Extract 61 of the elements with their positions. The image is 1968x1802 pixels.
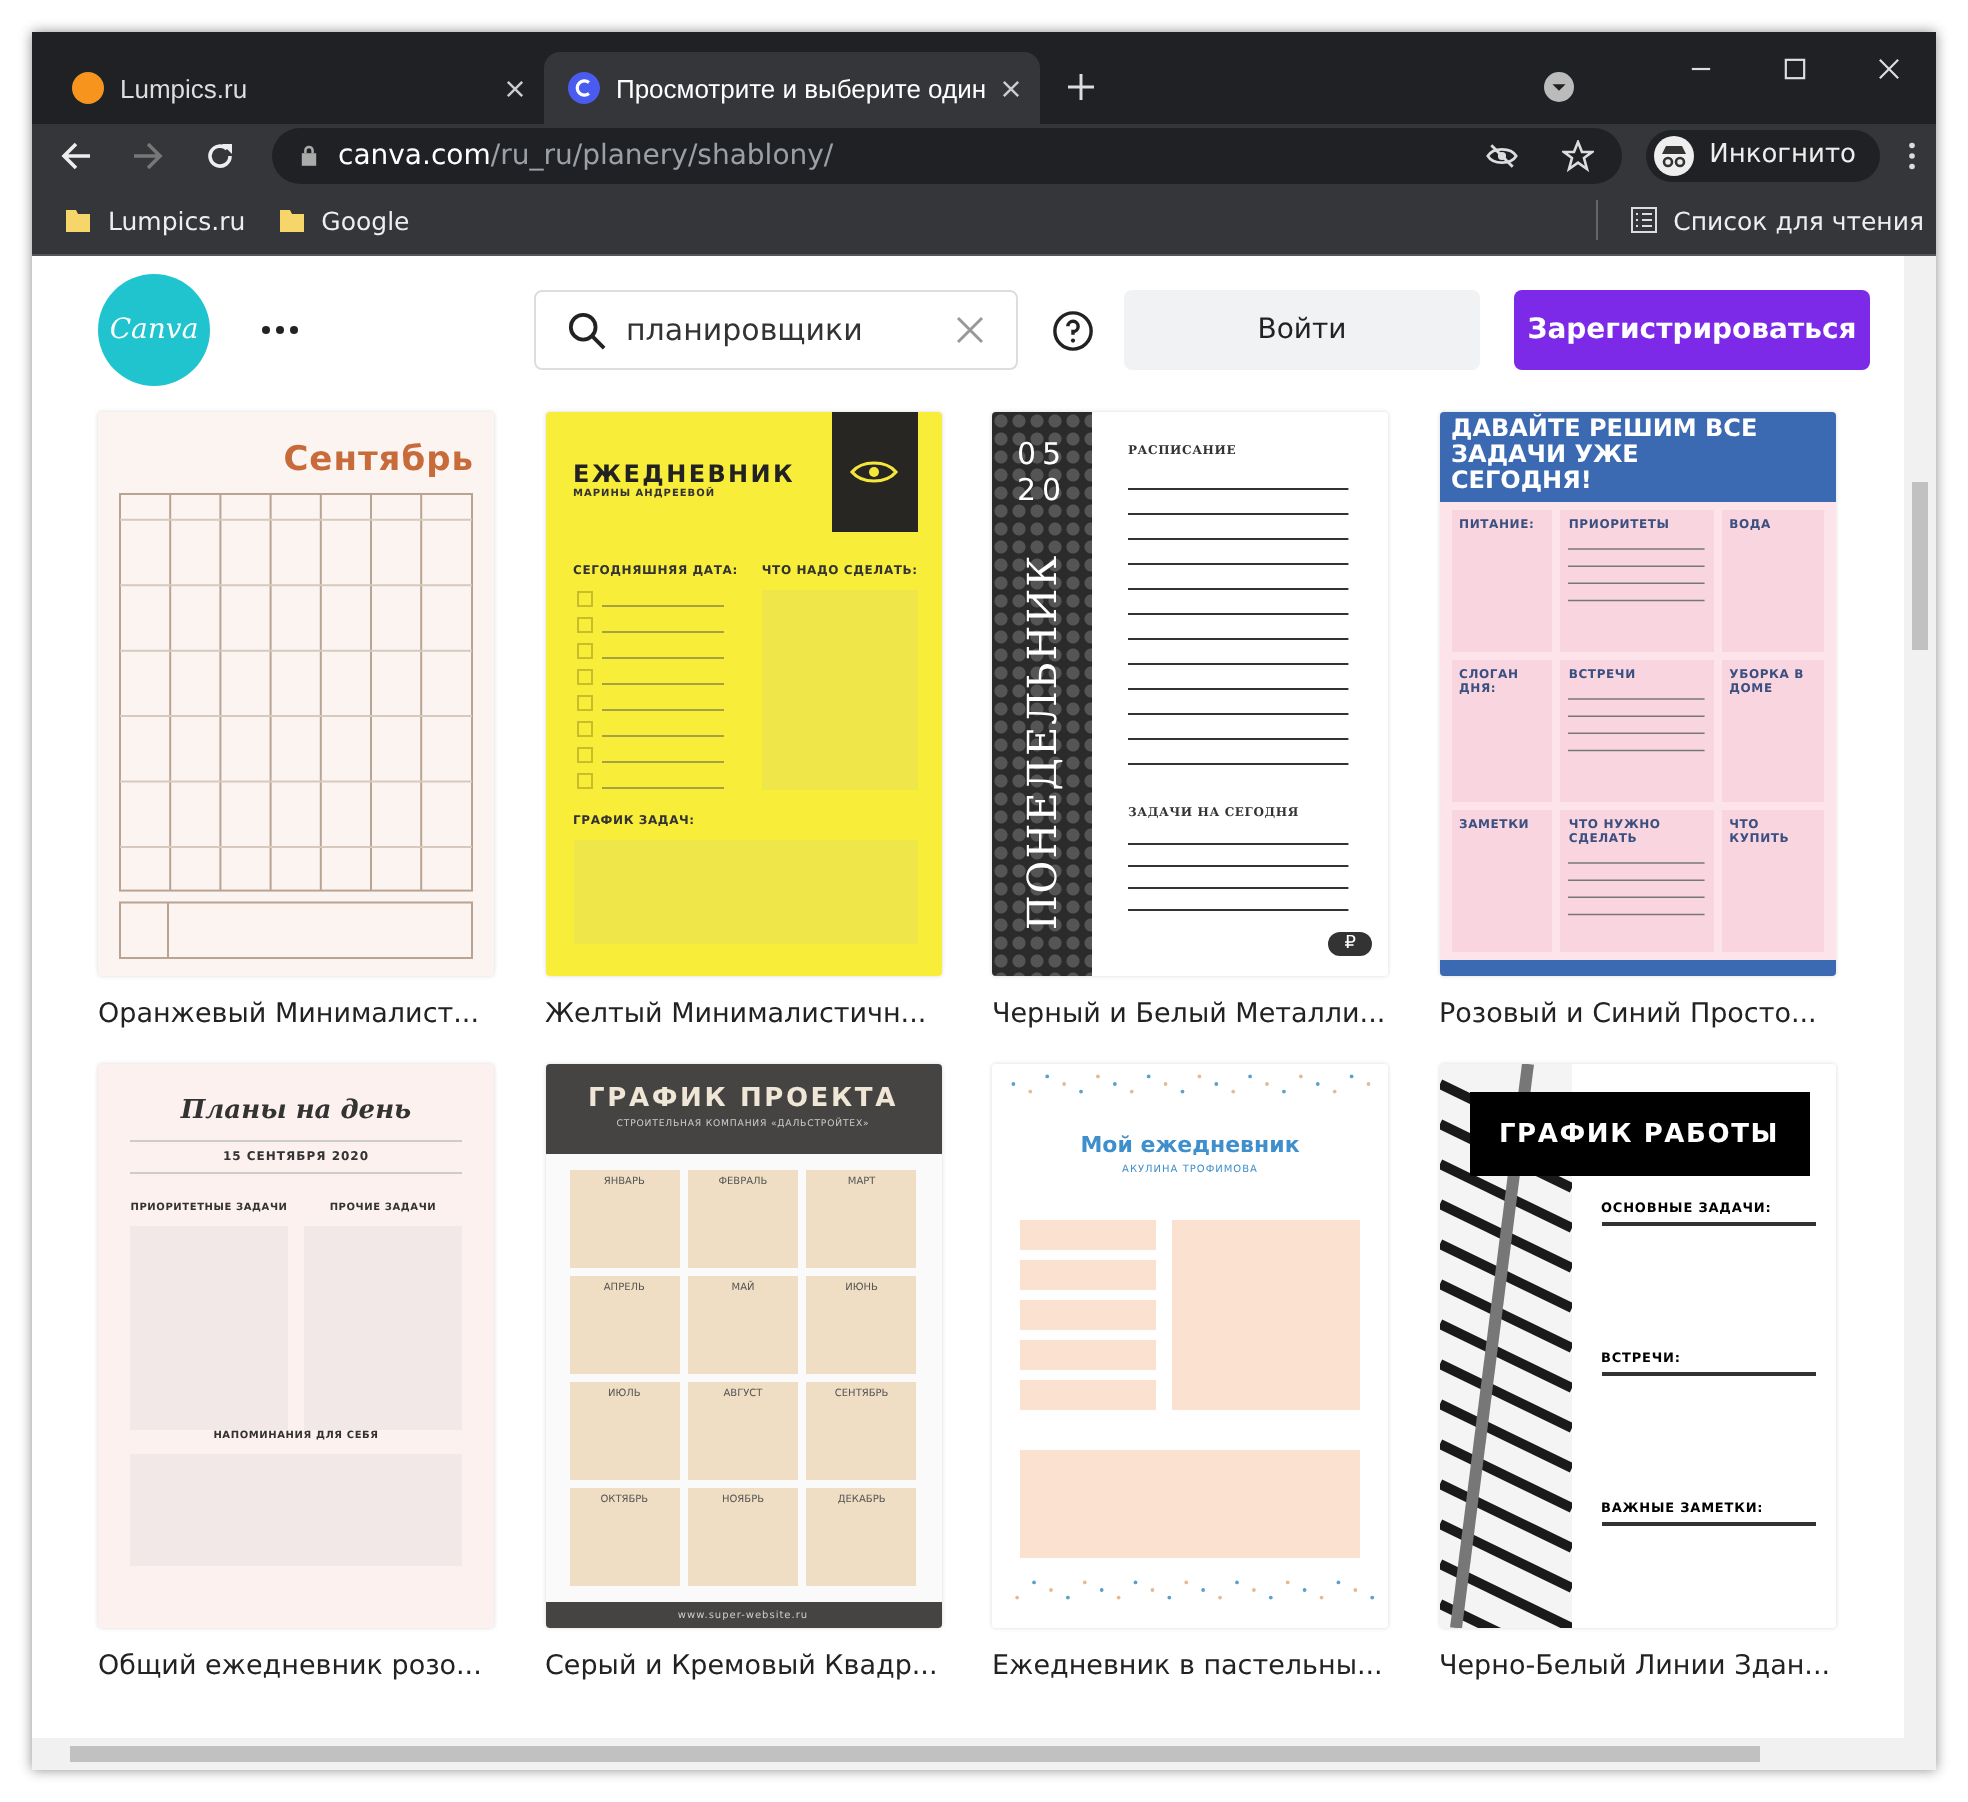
browser-tab[interactable]: Lumpics.ru [48,52,544,124]
site-icon [72,72,104,104]
dropdown-icon[interactable] [1544,72,1574,102]
lock-icon [300,144,318,166]
search-icon [568,311,606,349]
template-caption[interactable]: Желтый Минималистичн... [545,998,941,1030]
note-area [1020,1260,1156,1290]
list-icon [1629,206,1658,234]
bookmark[interactable]: Lumpics.ru [64,205,246,235]
preview-number: 20 [1016,472,1068,508]
bookmark[interactable]: Google [277,205,410,235]
reading-list-button[interactable]: Список для чтения [1629,205,1924,235]
vertical-scrollbar[interactable] [1904,256,1936,1738]
preview-title: Сентябрь [283,440,474,480]
folder-icon [277,206,306,234]
reload-icon[interactable] [204,139,236,171]
help-icon[interactable] [1052,309,1094,351]
new-tab-icon[interactable] [1068,74,1094,100]
template-caption[interactable]: Розовый и Синий Просто... [1439,998,1835,1030]
note-area [1020,1380,1156,1410]
browser-tab[interactable]: Просмотрите и выберите один [544,52,1040,124]
logo-icon [568,72,600,104]
address-field[interactable]: canva.com/ru_ru/planery/shablony/ [272,127,1622,183]
login-button[interactable]: Войти [1124,290,1480,370]
preview-title: ГРАФИК ПРОЕКТА [586,1084,900,1114]
close-icon[interactable] [1878,58,1900,80]
url-text: canva.com/ru_ru/planery/shablony/ [338,139,834,171]
template-caption[interactable]: Серый и Кремовый Квадр... [545,1650,941,1682]
preview-title: ПОНЕДЕЛЬНИК [1018,553,1066,931]
preview-title: ДАВАЙТЕ РЕШИМ ВСЕ ЗАДАЧИ УЖЕ СЕГОДНЯ! [1439,412,1835,502]
template-caption[interactable]: Ежедневник в пастельны... [992,1650,1388,1682]
preview-title: Планы на день [178,1096,414,1126]
forward-icon[interactable] [132,139,164,171]
menu-icon[interactable] [1908,141,1916,169]
preview-number: 05 [1016,436,1068,472]
eye-icon [850,460,898,484]
note-area [1020,1220,1156,1250]
close-icon[interactable] [506,79,524,97]
preview-title: ГРАФИК РАБОТЫ [1498,1119,1780,1149]
preview-title: ЕЖЕДНЕВНИК [573,460,796,488]
eye-slash-icon[interactable] [1485,139,1518,171]
template-caption[interactable]: Черный и Белый Металли... [992,998,1388,1030]
note-area [1020,1300,1156,1330]
horizontal-scrollbar[interactable] [32,1738,1936,1770]
price-badge: ₽ [1328,932,1372,956]
back-icon[interactable] [60,139,92,171]
incognito-button[interactable]: Инкогнито [1645,129,1880,181]
clear-icon[interactable] [956,316,984,344]
template-caption[interactable]: Общий ежедневник розо... [98,1650,494,1682]
maximize-icon[interactable] [1784,58,1806,80]
search-field[interactable]: планировщики [534,290,1018,370]
close-icon[interactable] [1002,79,1020,97]
star-icon[interactable] [1561,139,1594,171]
incognito-icon [1653,135,1694,175]
folder-icon [64,206,92,234]
template-caption[interactable]: Черно-Белый Линии Здан... [1439,1650,1835,1682]
more-icon[interactable] [262,326,298,334]
preview-title: Мой ежедневник [1078,1132,1302,1158]
signup-button[interactable]: Зарегистрироваться [1514,290,1870,370]
template-caption[interactable]: Оранжевый Минималист... [98,998,494,1030]
note-area [1020,1340,1156,1370]
